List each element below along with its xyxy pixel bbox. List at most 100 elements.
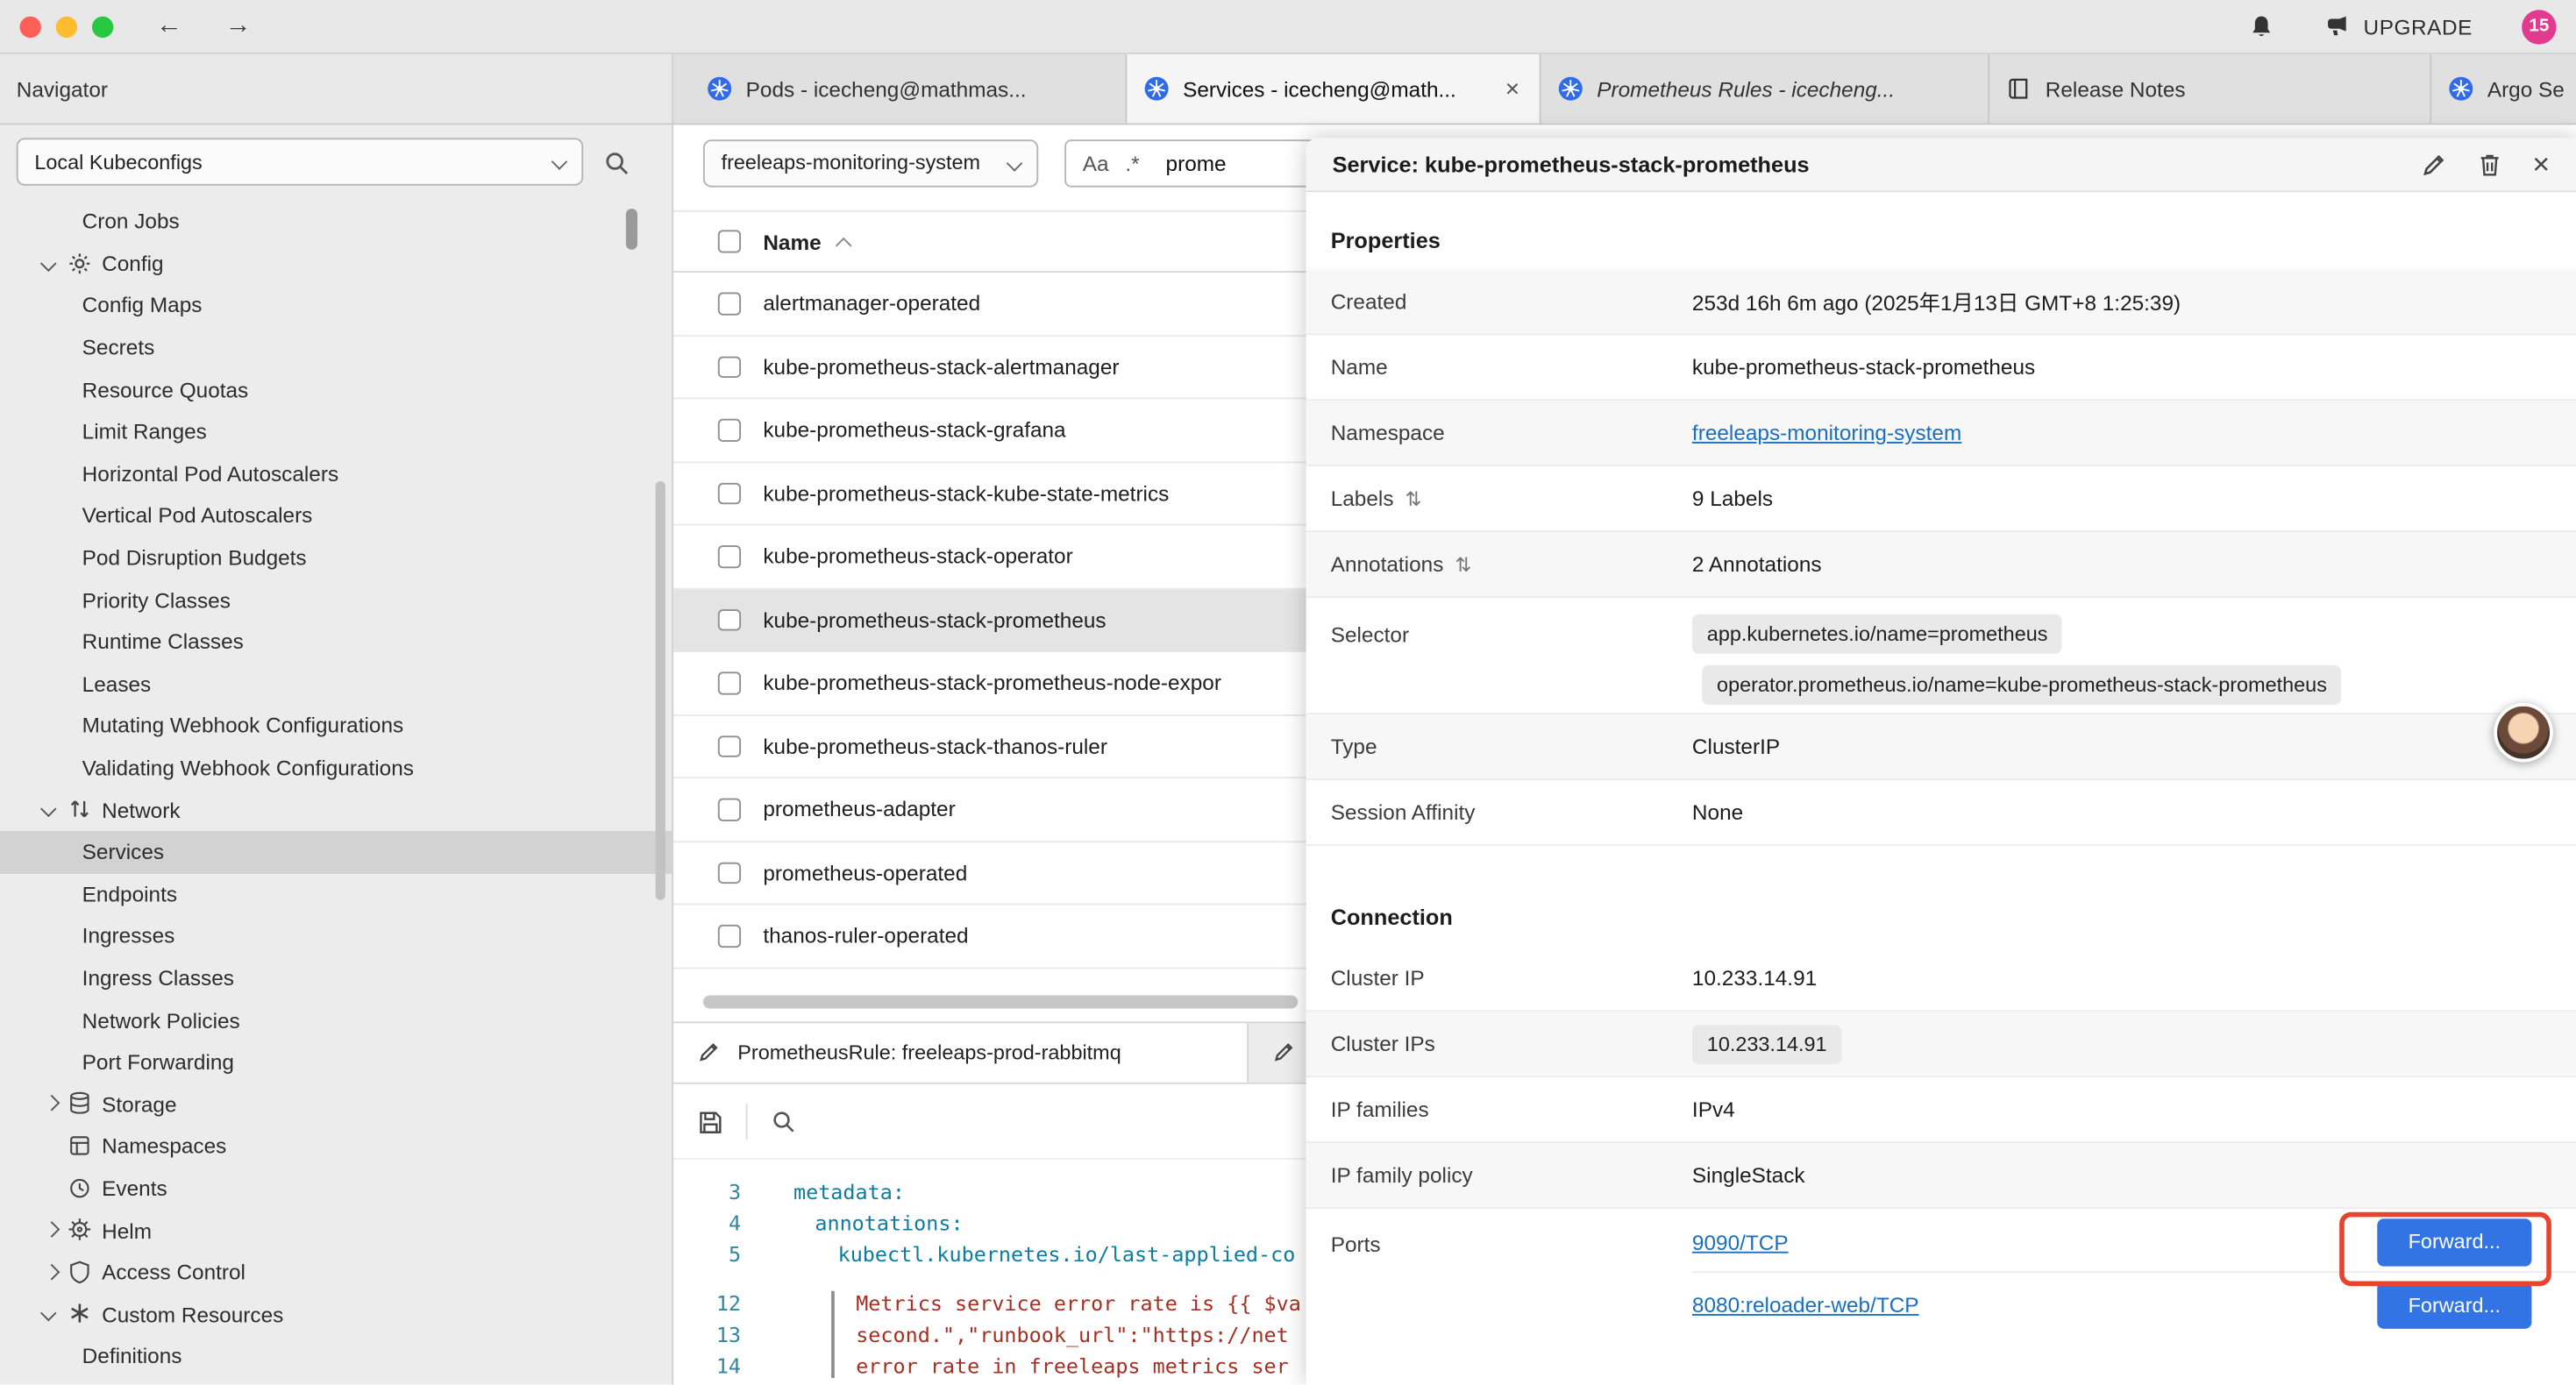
- kubernetes-icon: [2448, 75, 2474, 102]
- row-checkbox[interactable]: [718, 293, 740, 315]
- sidebar-item-limit-ranges[interactable]: Limit Ranges: [0, 410, 672, 452]
- sidebar-item-access-control[interactable]: Access Control: [0, 1251, 672, 1293]
- chevron-right-icon[interactable]: [44, 1096, 60, 1112]
- row-checkbox[interactable]: [718, 356, 740, 378]
- up-down-arrows-icon: [68, 797, 92, 821]
- row-checkbox[interactable]: [718, 799, 740, 820]
- select-all-checkbox[interactable]: [718, 231, 740, 252]
- minimize-window-button[interactable]: [56, 16, 77, 37]
- tab-pods[interactable]: Pods - icecheng@mathmas...: [690, 54, 1127, 124]
- row-checkbox[interactable]: [718, 862, 740, 884]
- chevron-down-icon[interactable]: [40, 255, 57, 272]
- regex-toggle[interactable]: .*: [1125, 150, 1139, 174]
- chevron-right-icon[interactable]: [44, 1264, 60, 1281]
- sidebar-item-network[interactable]: Network: [0, 789, 672, 831]
- sort-ascending-icon[interactable]: [836, 237, 852, 253]
- sidebar-item-events[interactable]: Events: [0, 1168, 672, 1210]
- sidebar-item-secrets[interactable]: Secrets: [0, 326, 672, 368]
- chevron-down-icon[interactable]: [40, 1306, 57, 1323]
- row-checkbox[interactable]: [718, 482, 740, 504]
- sidebar-item-config-maps[interactable]: Config Maps: [0, 285, 672, 327]
- ip-family-policy-value: SingleStack: [1692, 1163, 1805, 1188]
- row-checkbox[interactable]: [718, 671, 740, 693]
- tab-services[interactable]: Services - icecheng@math... ×: [1127, 54, 1541, 124]
- sidebar-item-namespaces[interactable]: Namespaces: [0, 1126, 672, 1168]
- sidebar-item-services[interactable]: Services: [0, 831, 672, 873]
- sidebar-item-validating-webhook-configurations[interactable]: Validating Webhook Configurations: [0, 747, 672, 789]
- sidebar-item-helm[interactable]: Helm: [0, 1210, 672, 1252]
- sidebar-item-leases[interactable]: Leases: [0, 663, 672, 705]
- tab-prometheus-rules[interactable]: Prometheus Rules - icecheng...: [1541, 54, 1990, 124]
- forward-button[interactable]: →: [225, 13, 252, 39]
- sidebar-item-definitions[interactable]: Definitions: [0, 1335, 672, 1377]
- delete-trash-icon[interactable]: [2477, 151, 2503, 177]
- sidebar-item-runtime-classes[interactable]: Runtime Classes: [0, 621, 672, 663]
- editor-tab-prometheusrule[interactable]: PrometheusRule: freeleaps-prod-rabbitmq: [673, 1023, 1249, 1082]
- sidebar-scrollbar-thumb[interactable]: [656, 481, 665, 900]
- sidebar-item-port-forwarding[interactable]: Port Forwarding: [0, 1041, 672, 1083]
- cluster-ips-chip: 10.233.14.91: [1692, 1024, 1842, 1063]
- forward-button-9090[interactable]: Forward...: [2377, 1218, 2531, 1265]
- row-checkbox[interactable]: [718, 925, 740, 947]
- forward-button-8080[interactable]: Forward...: [2377, 1282, 2531, 1329]
- namespace-filter-selector[interactable]: freeleaps-monitoring-system: [703, 138, 1038, 186]
- notifications-bell-icon[interactable]: [2247, 12, 2275, 40]
- gear-icon: [68, 251, 92, 275]
- tab-label: Release Notes: [2046, 76, 2186, 101]
- fullscreen-window-button[interactable]: [92, 16, 113, 37]
- tab-close-icon[interactable]: ×: [1502, 75, 1523, 103]
- sidebar-item-pod-disruption-budgets[interactable]: Pod Disruption Budgets: [0, 536, 672, 579]
- sidebar-item-network-policies[interactable]: Network Policies: [0, 999, 672, 1041]
- name-column-header[interactable]: Name: [763, 229, 821, 253]
- sidebar-search-icon[interactable]: [603, 149, 630, 175]
- upgrade-label: UPGRADE: [2364, 14, 2473, 39]
- save-icon[interactable]: [696, 1108, 722, 1134]
- port-link-8080[interactable]: 8080:reloader-web/TCP: [1692, 1293, 1919, 1318]
- edit-pencil-icon[interactable]: [2421, 151, 2447, 177]
- back-button[interactable]: ←: [156, 13, 182, 39]
- sidebar-item-custom-resources[interactable]: Custom Resources: [0, 1293, 672, 1335]
- editor-search-icon[interactable]: [771, 1108, 797, 1134]
- chevron-right-icon[interactable]: [44, 1222, 60, 1239]
- row-checkbox[interactable]: [718, 419, 740, 441]
- name-value: kube-prometheus-stack-prometheus: [1692, 355, 2035, 380]
- match-case-toggle[interactable]: Aa: [1083, 150, 1109, 174]
- detail-row-selector: Selector app.kubernetes.io/name=promethe…: [1306, 598, 2576, 714]
- horizontal-scrollbar-thumb[interactable]: [703, 995, 1298, 1008]
- user-avatar[interactable]: [2494, 703, 2552, 762]
- port-link-9090[interactable]: 9090/TCP: [1692, 1229, 1789, 1254]
- expand-arrows-icon[interactable]: ⇅: [1405, 487, 1422, 510]
- notification-count-badge[interactable]: 15: [2522, 9, 2556, 43]
- detail-header: Service: kube-prometheus-stack-prometheu…: [1306, 138, 2576, 192]
- kubeconfig-selector[interactable]: Local Kubeconfigs: [17, 138, 583, 185]
- sidebar-item-storage[interactable]: Storage: [0, 1083, 672, 1126]
- navigator-panel-title: Navigator: [0, 54, 673, 124]
- upgrade-button[interactable]: UPGRADE: [2324, 13, 2473, 39]
- tree-scrollbar-thumb[interactable]: [626, 209, 637, 250]
- chevron-down-icon[interactable]: [40, 801, 57, 818]
- document-icon: [2006, 75, 2032, 102]
- row-checkbox[interactable]: [718, 608, 740, 630]
- row-checkbox[interactable]: [718, 545, 740, 567]
- namespace-link[interactable]: freeleaps-monitoring-system: [1692, 421, 1961, 445]
- row-checkbox[interactable]: [718, 735, 740, 756]
- properties-heading: Properties: [1306, 192, 2576, 269]
- sidebar-item-config[interactable]: Config: [0, 243, 672, 285]
- sidebar-item-cron-jobs[interactable]: Cron Jobs: [0, 201, 672, 243]
- tab-argo[interactable]: Argo Se: [2431, 54, 2576, 124]
- expand-arrows-icon[interactable]: ⇅: [1455, 553, 1472, 576]
- sidebar-item-ingress-classes[interactable]: Ingress Classes: [0, 957, 672, 999]
- created-value: 253d 16h 6m ago (2025年1月13日 GMT+8 1:25:3…: [1692, 286, 2181, 317]
- sidebar-item-horizontal-pod-autoscalers[interactable]: Horizontal Pod Autoscalers: [0, 452, 672, 494]
- sidebar-item-priority-classes[interactable]: Priority Classes: [0, 579, 672, 621]
- kubernetes-icon: [1557, 75, 1583, 102]
- sidebar-item-endpoints[interactable]: Endpoints: [0, 873, 672, 915]
- tab-release-notes[interactable]: Release Notes: [1989, 54, 2431, 124]
- detail-row-ip-family-policy: IP family policy SingleStack: [1306, 1143, 2576, 1209]
- close-panel-icon[interactable]: ×: [2532, 150, 2550, 180]
- sidebar-item-ingresses[interactable]: Ingresses: [0, 915, 672, 957]
- sidebar-item-vertical-pod-autoscalers[interactable]: Vertical Pod Autoscalers: [0, 494, 672, 536]
- sidebar-item-mutating-webhook-configurations[interactable]: Mutating Webhook Configurations: [0, 705, 672, 747]
- close-window-button[interactable]: [19, 16, 40, 37]
- sidebar-item-resource-quotas[interactable]: Resource Quotas: [0, 368, 672, 410]
